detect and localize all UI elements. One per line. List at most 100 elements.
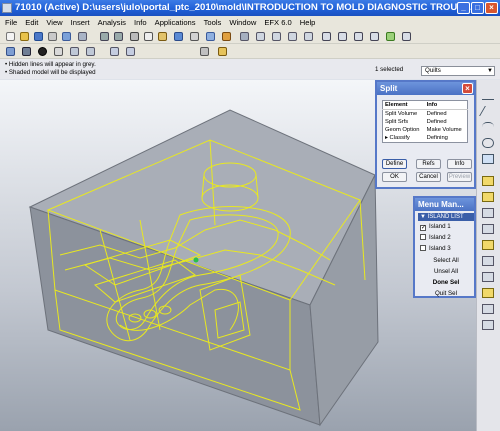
menu-window[interactable]: Window	[225, 16, 260, 29]
datum-plane-icon[interactable]	[256, 32, 265, 41]
menu-efx[interactable]: EFX 6.0	[260, 16, 295, 29]
checkbox-icon	[420, 245, 426, 251]
context-help-icon[interactable]	[218, 47, 227, 56]
minimize-button[interactable]: _	[457, 2, 470, 14]
define-button[interactable]: Define	[382, 159, 407, 169]
close-window-button[interactable]: ×	[485, 2, 498, 14]
cavity-icon[interactable]	[482, 240, 494, 250]
table-row-current[interactable]: ▸ Classify Defining	[383, 134, 468, 143]
draft-check-icon[interactable]	[482, 304, 494, 314]
maximize-button[interactable]: □	[471, 2, 484, 14]
thickness-check-icon[interactable]	[482, 320, 494, 330]
waterline-icon[interactable]	[482, 272, 494, 282]
view-manager-icon[interactable]	[6, 47, 15, 56]
csys-icon[interactable]	[304, 32, 313, 41]
print-icon[interactable]	[48, 32, 57, 41]
menu-manager-title: Menu Man...	[418, 200, 464, 209]
regenerate-icon[interactable]	[174, 32, 183, 41]
message-line: Hidden lines will appear in grey.	[5, 61, 96, 68]
column-header: Element	[382, 100, 425, 110]
find-icon[interactable]	[190, 32, 199, 41]
repaint-icon[interactable]	[126, 47, 135, 56]
csys-tool-icon[interactable]	[482, 154, 494, 164]
island-list-header[interactable]: ▼ ISLAND LIST	[418, 213, 474, 221]
redo-icon[interactable]	[114, 32, 123, 41]
zoom-in-icon[interactable]	[322, 32, 331, 41]
selection-filter-value: Quilts	[425, 67, 441, 74]
email-icon[interactable]	[62, 32, 71, 41]
island-checkbox-item[interactable]: ✓ Island 1	[420, 223, 451, 231]
appearance-icon[interactable]	[22, 47, 31, 56]
menu-edit[interactable]: Edit	[21, 16, 42, 29]
ok-button[interactable]: OK	[382, 172, 407, 182]
table-row[interactable]: Geom Option Make Volume	[383, 126, 468, 134]
checkbox-checked-icon: ✓	[420, 225, 427, 231]
sketch-icon[interactable]	[222, 32, 231, 41]
selection-filter[interactable]: Quilts ▼	[421, 66, 495, 76]
table-row[interactable]: Split Volume Defined	[383, 110, 468, 119]
wireframe-icon[interactable]	[54, 47, 63, 56]
island-checkbox-item[interactable]: Island 2	[420, 234, 451, 241]
table-row[interactable]: Split Srfs Defined	[383, 118, 468, 126]
checkbox-icon	[420, 234, 426, 240]
spin-center-icon[interactable]	[402, 32, 411, 41]
save-icon[interactable]	[34, 32, 43, 41]
datum-line-icon[interactable]	[479, 106, 497, 116]
no-hidden-icon[interactable]	[86, 47, 95, 56]
island-list-title: ISLAND LIST	[427, 214, 464, 220]
parting-surface-icon[interactable]	[482, 192, 494, 202]
layers-icon[interactable]	[386, 32, 395, 41]
menu-file[interactable]: File	[0, 16, 21, 29]
extract-icon[interactable]	[482, 224, 494, 234]
island-checkbox-item[interactable]: Island 3	[420, 245, 451, 252]
arc-icon[interactable]	[482, 138, 494, 148]
undo-icon[interactable]	[100, 32, 109, 41]
quit-sel-command[interactable]: Quit Sel	[418, 290, 474, 297]
named-view-icon[interactable]	[110, 47, 119, 56]
cut-icon[interactable]	[130, 32, 139, 41]
done-sel-command[interactable]: Done Sel	[418, 279, 474, 286]
menu-tools[interactable]: Tools	[200, 16, 226, 29]
close-icon[interactable]: ×	[462, 83, 473, 94]
menu-view[interactable]: View	[42, 16, 66, 29]
split-dialog-header: Split ×	[377, 82, 474, 95]
window-title: 71010 (Active) D:\users\julo\portal_ptc_…	[15, 2, 479, 13]
cancel-button[interactable]: Cancel	[416, 172, 441, 182]
shading-icon[interactable]	[38, 47, 47, 56]
orient-icon[interactable]	[370, 32, 379, 41]
selection-count: 1 selected	[375, 66, 404, 73]
menu-help[interactable]: Help	[296, 16, 320, 29]
zoom-out-icon[interactable]	[338, 32, 347, 41]
message-line: Shaded model will be displayed	[5, 69, 96, 76]
datum-point-icon[interactable]	[288, 32, 297, 41]
copy-icon[interactable]	[144, 32, 153, 41]
mold-open-icon[interactable]	[482, 288, 494, 298]
island-label: Island 3	[429, 245, 451, 252]
open-folder-icon[interactable]	[20, 32, 29, 41]
grid-icon[interactable]	[240, 32, 249, 41]
mold-volume-icon[interactable]	[482, 176, 494, 186]
split-dialog-title: Split	[380, 84, 398, 93]
datum-curve-icon[interactable]	[482, 122, 494, 132]
select-all-command[interactable]: Select All	[418, 257, 474, 264]
element-cell-label: Classify	[389, 135, 410, 141]
runner-icon[interactable]	[482, 256, 494, 266]
new-file-icon[interactable]	[6, 32, 15, 41]
menu-analysis[interactable]: Analysis	[94, 16, 130, 29]
split-icon[interactable]	[482, 208, 494, 218]
menu-applications[interactable]: Applications	[151, 16, 200, 29]
unsel-all-command[interactable]: Unsel All	[418, 268, 474, 275]
refs-button[interactable]: Refs	[416, 159, 441, 169]
paste-icon[interactable]	[158, 32, 167, 41]
menu-info[interactable]: Info	[130, 16, 151, 29]
info-button[interactable]: Info	[447, 159, 472, 169]
refit-icon[interactable]	[354, 32, 363, 41]
datum-axis-icon[interactable]	[272, 32, 281, 41]
select-icon[interactable]	[206, 32, 215, 41]
regen-icon[interactable]	[78, 32, 87, 41]
sketch-line-icon[interactable]	[482, 90, 494, 100]
hidden-line-icon[interactable]	[70, 47, 79, 56]
cut-tool-icon[interactable]	[200, 47, 209, 56]
preview-button[interactable]: Preview	[447, 172, 472, 182]
menu-insert[interactable]: Insert	[67, 16, 94, 29]
